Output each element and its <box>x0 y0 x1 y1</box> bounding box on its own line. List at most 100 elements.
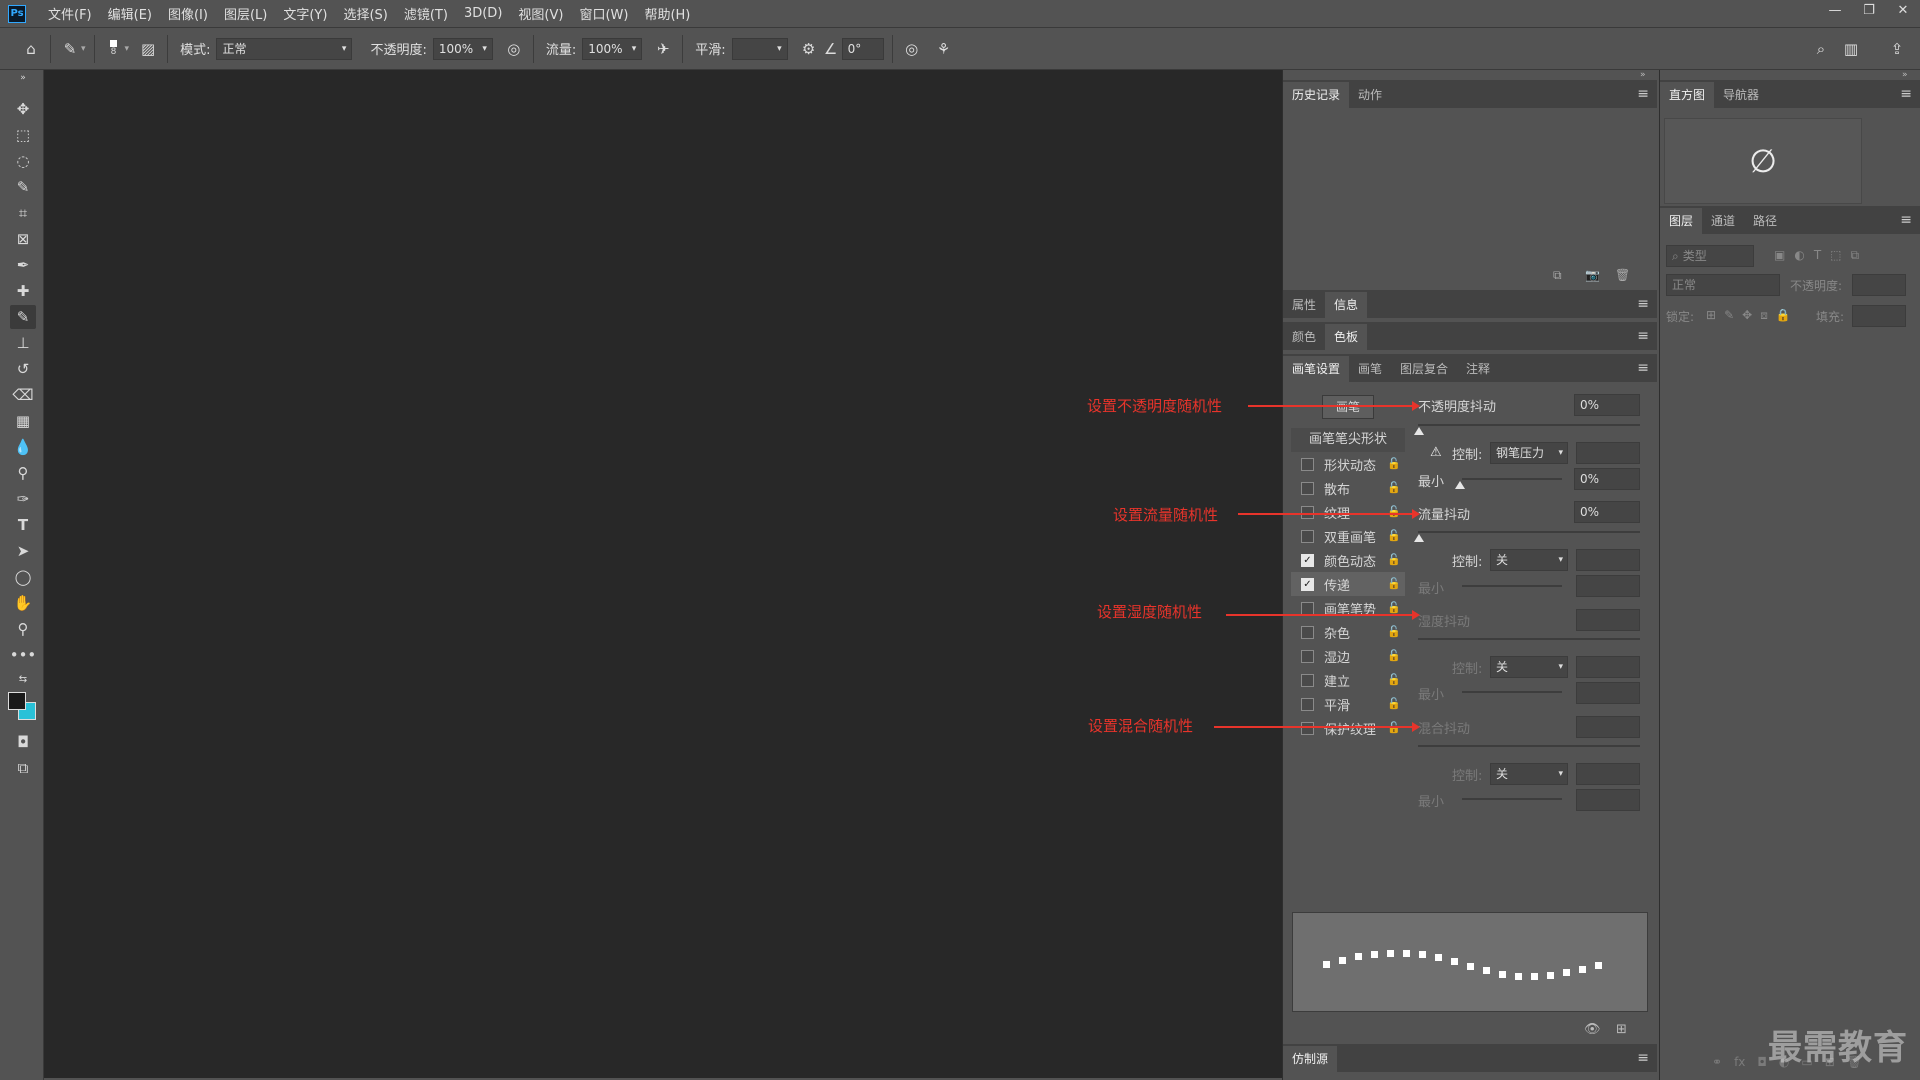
blend-mode-select[interactable]: 正常 <box>1666 274 1780 296</box>
stamp-tool-icon[interactable]: ⊥ <box>10 331 36 355</box>
panel-menu-icon[interactable]: ≡ <box>1900 86 1912 102</box>
fx-icon[interactable]: fx <box>1734 1055 1745 1069</box>
foreground-color-swatch[interactable] <box>8 692 26 710</box>
layer-opacity-input[interactable] <box>1852 274 1906 296</box>
flow-jitter-input[interactable]: 0% <box>1574 501 1640 523</box>
crop-tool-icon[interactable]: ⌗ <box>10 201 36 225</box>
minimum-input[interactable]: 0% <box>1574 468 1640 490</box>
flow-input[interactable]: 100% ▾ <box>582 37 643 60</box>
tab-channels[interactable]: 通道 <box>1702 208 1744 234</box>
menu-filter[interactable]: 滤镜(T) <box>396 4 456 23</box>
pen-tool-icon[interactable]: ✑ <box>10 487 36 511</box>
control-extra-field[interactable] <box>1576 549 1640 571</box>
lock-transparent-icon[interactable]: ⊞ <box>1706 308 1716 323</box>
minimum-input[interactable] <box>1576 789 1640 811</box>
panel-menu-icon[interactable]: ≡ <box>1637 86 1649 102</box>
lock-icon[interactable]: 🔓 <box>1387 577 1401 590</box>
wetness-jitter-input[interactable] <box>1576 609 1640 631</box>
wetness-jitter-slider[interactable] <box>1418 638 1640 640</box>
minimum-input[interactable] <box>1576 682 1640 704</box>
minimum-slider[interactable] <box>1462 691 1562 693</box>
shape-filter-icon[interactable]: ⬚ <box>1830 248 1841 263</box>
lock-icon[interactable]: 🔓 <box>1387 553 1401 566</box>
minimum-input[interactable] <box>1576 575 1640 597</box>
panel-menu-icon[interactable]: ≡ <box>1900 212 1912 228</box>
checkbox[interactable] <box>1301 697 1314 711</box>
chevron-down-icon[interactable]: ▾ <box>81 44 86 54</box>
mix-jitter-slider[interactable] <box>1418 745 1640 747</box>
menu-select[interactable]: 选择(S) <box>335 4 395 23</box>
collapse-icon[interactable]: » <box>10 72 36 84</box>
lock-all-icon[interactable]: 🔒 <box>1776 308 1791 323</box>
lock-icon[interactable]: 🔓 <box>1387 601 1401 614</box>
eraser-icon[interactable]: ⌫ <box>10 383 36 407</box>
gradient-tool-icon[interactable]: ▦ <box>10 409 36 433</box>
checkbox[interactable] <box>1301 625 1314 639</box>
eyedropper-icon[interactable]: ✒ <box>10 253 36 277</box>
pressure-opacity-icon[interactable]: ◎ <box>503 38 525 60</box>
panel-menu-icon[interactable]: ≡ <box>1637 296 1649 312</box>
lock-icon[interactable]: 🔓 <box>1387 457 1401 470</box>
mix-jitter-input[interactable] <box>1576 716 1640 738</box>
lock-position-icon[interactable]: ✥ <box>1742 308 1752 323</box>
move-tool-icon[interactable]: ✥ <box>10 97 36 121</box>
checkbox[interactable] <box>1301 481 1314 495</box>
mode-select[interactable]: 正常 ▾ <box>216 37 353 60</box>
checkbox[interactable] <box>1301 673 1314 687</box>
symmetry-icon[interactable]: ⚘ <box>933 38 955 60</box>
blur-tool-icon[interactable]: 💧 <box>10 435 36 459</box>
minimum-slider[interactable] <box>1462 478 1562 480</box>
camera-icon[interactable]: 📷 <box>1585 268 1600 282</box>
minimum-slider[interactable] <box>1462 798 1562 800</box>
opacity-input[interactable]: 100% ▾ <box>432 37 493 60</box>
menu-help[interactable]: 帮助(H) <box>636 4 698 23</box>
menu-view[interactable]: 视图(V) <box>510 4 571 23</box>
maximize-button[interactable]: ❐ <box>1852 0 1886 22</box>
control-select[interactable]: 钢笔压力 ▾ <box>1490 442 1568 464</box>
angle-input[interactable]: 0° <box>841 37 884 60</box>
dodge-tool-icon[interactable]: ⚲ <box>10 461 36 485</box>
marquee-tool-icon[interactable]: ⬚ <box>10 123 36 147</box>
tab-info[interactable]: 信息 <box>1325 292 1368 318</box>
type-filter-icon[interactable]: T <box>1814 248 1821 263</box>
control-select[interactable]: 关 ▾ <box>1490 549 1568 571</box>
type-tool-icon[interactable]: T <box>10 513 36 537</box>
panel-menu-icon[interactable]: ≡ <box>1637 360 1649 376</box>
smart-object-filter-icon[interactable]: ⧉ <box>1851 248 1860 263</box>
more-tools-icon[interactable]: ••• <box>10 643 37 667</box>
tab-color[interactable]: 颜色 <box>1283 324 1325 350</box>
quick-mask-icon[interactable]: ◘ <box>10 730 36 754</box>
share-icon[interactable]: ⇪ <box>1886 38 1908 60</box>
control-extra-field[interactable] <box>1576 656 1640 678</box>
quick-selection-icon[interactable]: ✎ <box>10 175 36 199</box>
healing-brush-icon[interactable]: ✚ <box>10 279 36 303</box>
brush-tool-icon[interactable]: ✎ <box>10 305 36 329</box>
tab-notes[interactable]: 注释 <box>1457 356 1499 382</box>
checkbox[interactable] <box>1301 457 1314 471</box>
tab-history[interactable]: 历史记录 <box>1283 82 1350 108</box>
hand-tool-icon[interactable]: ✋ <box>10 591 36 615</box>
path-selection-icon[interactable]: ➤ <box>10 539 36 563</box>
workspace-icon[interactable]: ▥ <box>1840 38 1862 60</box>
chevron-down-icon[interactable]: ▾ <box>125 44 130 54</box>
minimize-button[interactable]: — <box>1818 0 1852 22</box>
collapse-icon[interactable]: » <box>1640 70 1646 80</box>
control-extra-field[interactable] <box>1576 442 1640 464</box>
tab-actions[interactable]: 动作 <box>1349 82 1391 108</box>
tab-properties[interactable]: 属性 <box>1283 292 1325 318</box>
lock-icon[interactable]: 🔓 <box>1387 529 1401 542</box>
search-icon[interactable]: ⌕ <box>1810 38 1832 60</box>
control-extra-field[interactable] <box>1576 763 1640 785</box>
lock-pixels-icon[interactable]: ✎ <box>1724 308 1734 323</box>
home-icon[interactable]: ⌂ <box>20 38 42 60</box>
screen-mode-icon[interactable]: ⧉ <box>10 756 36 780</box>
checkbox-checked[interactable]: ✓ <box>1301 577 1314 591</box>
tab-clone-source[interactable]: 仿制源 <box>1283 1046 1338 1072</box>
collapse-icon[interactable]: » <box>1902 70 1908 80</box>
tab-navigator[interactable]: 导航器 <box>1714 82 1768 108</box>
new-document-icon[interactable]: ⧉ <box>1553 268 1562 283</box>
lock-icon[interactable]: 🔓 <box>1387 625 1401 638</box>
tab-layers[interactable]: 图层 <box>1660 208 1703 234</box>
history-brush-icon[interactable]: ↺ <box>10 357 36 381</box>
layer-filter-select[interactable]: ⌕ 类型 <box>1666 245 1754 267</box>
